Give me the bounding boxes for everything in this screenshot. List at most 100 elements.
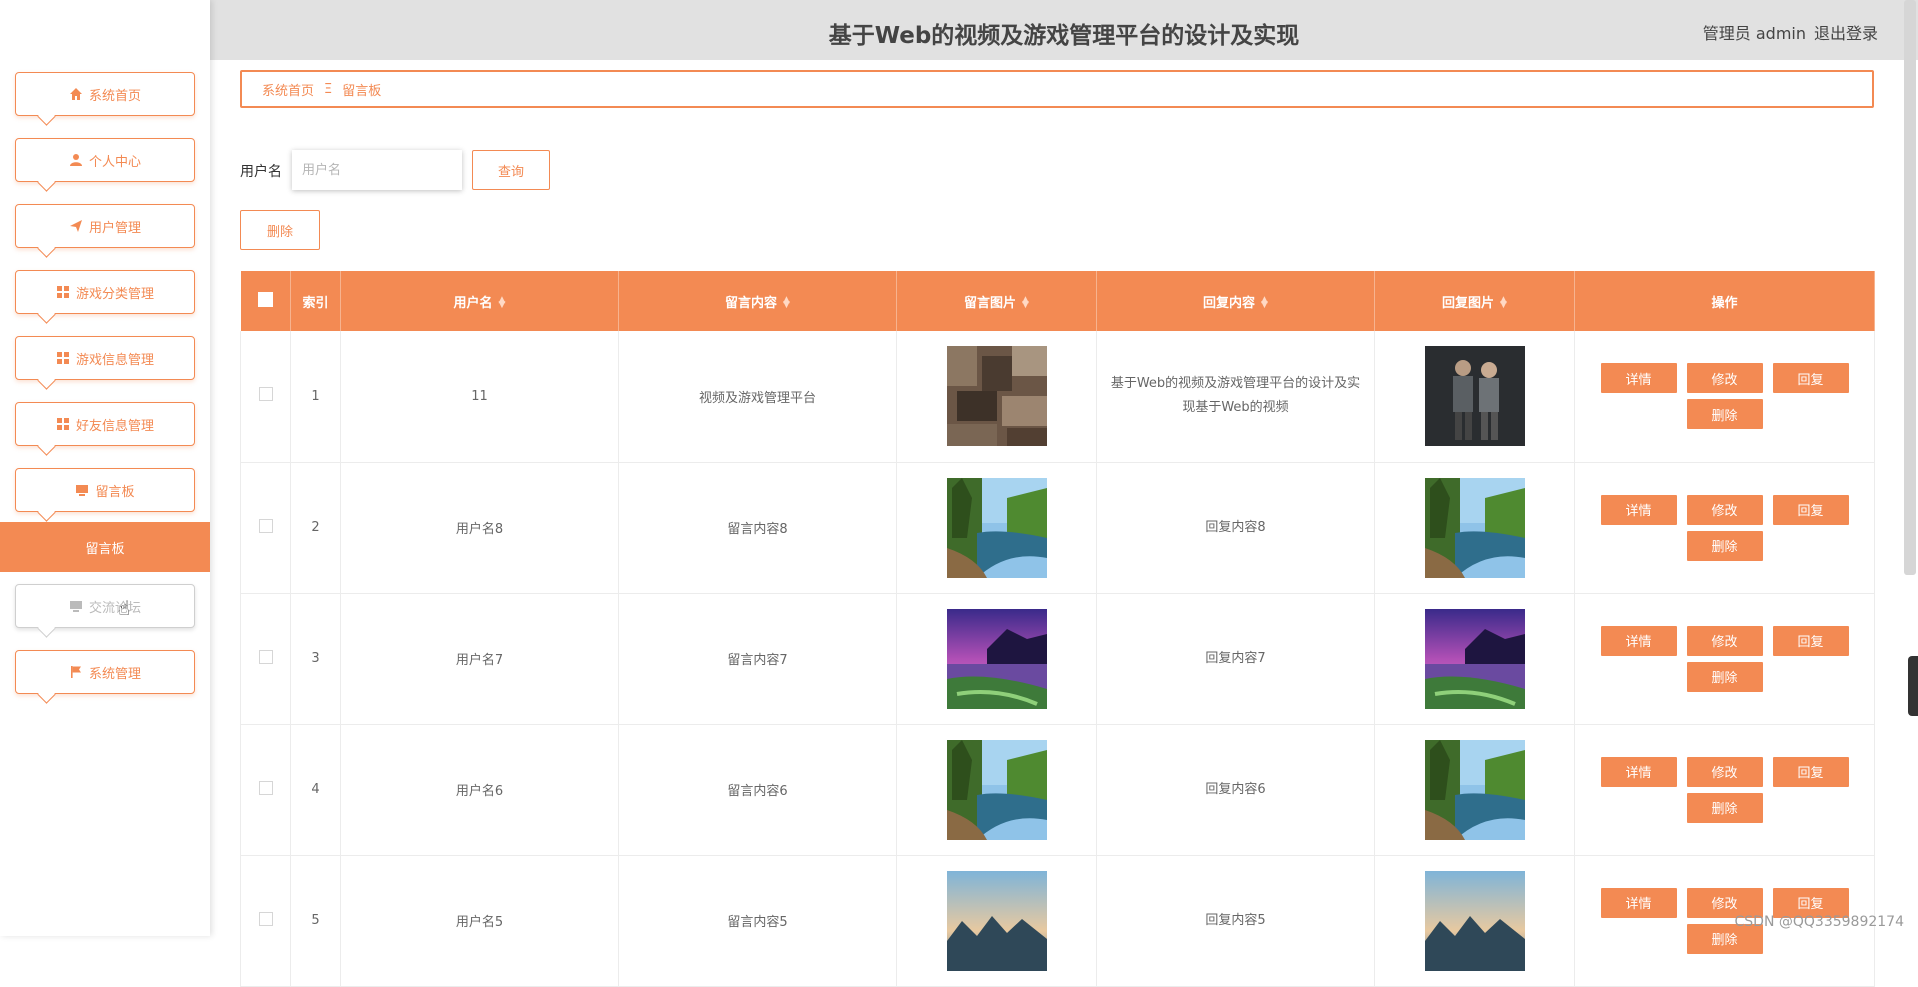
sort-icon[interactable]: ▲ ▼ (1261, 296, 1268, 310)
edit-button[interactable]: 修改 (1686, 887, 1763, 918)
cell-reply-image (1374, 855, 1575, 987)
user-icon (69, 153, 83, 167)
tooltip-tail (37, 437, 56, 456)
row-select-cell (240, 593, 291, 725)
row-checkbox[interactable] (258, 649, 273, 664)
reply-image[interactable] (1424, 346, 1525, 447)
message-image[interactable] (946, 608, 1047, 709)
cell-username: 用户名6 (340, 724, 619, 856)
row-checkbox[interactable] (258, 387, 273, 402)
username-search-input[interactable] (292, 150, 462, 190)
header-label: 留言图片 (964, 295, 1017, 311)
cell-reply-image (1374, 593, 1575, 725)
cell-content: 留言内容7 (618, 593, 897, 725)
reply-button[interactable]: 回复 (1772, 494, 1849, 525)
delete-button[interactable]: 删除 (1686, 661, 1763, 692)
sidebar-item-game-category[interactable]: 游戏分类管理 (15, 270, 195, 324)
cell-index: 5 (290, 855, 341, 987)
delete-button[interactable]: 删除 (1686, 399, 1763, 430)
sort-icon[interactable]: ▲ ▼ (499, 296, 506, 310)
breadcrumb-home[interactable]: 系统首页 (262, 80, 314, 99)
reply-image[interactable] (1424, 477, 1525, 578)
message-image[interactable] (946, 346, 1047, 447)
message-image[interactable] (946, 477, 1047, 578)
reply-image[interactable] (1424, 870, 1525, 971)
row-select-cell (240, 331, 291, 463)
delete-selected-button[interactable]: 删除 (240, 210, 320, 250)
table-row: 4 用户名6 留言内容6 回复内容6 详情 修改 回复 删除 (240, 724, 1875, 856)
select-all-checkbox[interactable] (257, 291, 273, 307)
table-row: 1 11 视频及游戏管理平台 基于Web的视频及游戏管理平台的设计及实现基于We… (240, 331, 1875, 463)
breadcrumb-current: 留言板 (342, 83, 382, 99)
message-image[interactable] (946, 739, 1047, 840)
monitor-icon (69, 599, 83, 613)
detail-button[interactable]: 详情 (1600, 887, 1677, 918)
row-checkbox[interactable] (258, 518, 273, 533)
header-content[interactable]: 留言内容 ▲ ▼ (618, 271, 897, 331)
query-button[interactable]: 查询 (472, 150, 550, 190)
floating-widget[interactable] (1908, 656, 1918, 716)
sidebar-item-home[interactable]: 系统首页 (15, 72, 195, 126)
row-select-cell (240, 462, 291, 594)
table-row: 5 用户名5 留言内容5 回复内容5 详情 修改 回复 删除 (240, 855, 1875, 987)
tooltip-tail (37, 239, 56, 258)
header-reply-image[interactable]: 回复图片 ▲ ▼ (1374, 271, 1575, 331)
grid-icon (56, 417, 70, 431)
cell-content: 留言内容6 (618, 724, 897, 856)
message-image[interactable] (946, 870, 1047, 971)
header-image[interactable]: 留言图片 ▲ ▼ (896, 271, 1097, 331)
top-header: 基于Web的视频及游戏管理平台的设计及实现 管理员 admin 退出登录 (210, 0, 1918, 60)
header-actions: 操作 (1574, 271, 1875, 331)
detail-button[interactable]: 详情 (1600, 363, 1677, 394)
table-row: 2 用户名8 留言内容8 回复内容8 详情 修改 回复 删除 (240, 462, 1875, 594)
edit-button[interactable]: 修改 (1686, 363, 1763, 394)
reply-button[interactable]: 回复 (1772, 756, 1849, 787)
delete-button[interactable]: 删除 (1686, 792, 1763, 823)
reply-button[interactable]: 回复 (1772, 363, 1849, 394)
sidebar-subitem-message-board[interactable]: 留言板 (0, 522, 210, 572)
header-label: 用户名 (453, 295, 493, 311)
cell-index: 3 (290, 593, 341, 725)
logout-link[interactable]: 退出登录 (1814, 20, 1878, 44)
hand-cursor-icon: ☝ (118, 596, 131, 620)
reply-button[interactable]: 回复 (1772, 887, 1849, 918)
edit-button[interactable]: 修改 (1686, 756, 1763, 787)
delete-button[interactable]: 删除 (1686, 530, 1763, 561)
sidebar-item-system[interactable]: 系统管理 (15, 650, 195, 704)
row-checkbox[interactable] (258, 780, 273, 795)
cell-reply-image (1374, 724, 1575, 856)
sidebar-item-label: 游戏分类管理 (75, 286, 154, 302)
edit-button[interactable]: 修改 (1686, 625, 1763, 656)
detail-button[interactable]: 详情 (1600, 756, 1677, 787)
cell-actions: 详情 修改 回复 删除 (1574, 724, 1875, 856)
sidebar-item-friends[interactable]: 好友信息管理 (15, 402, 195, 456)
cell-username: 用户名8 (340, 462, 619, 594)
sidebar-item-game-info[interactable]: 游戏信息管理 (15, 336, 195, 390)
sidebar-item-label: 系统首页 (88, 88, 141, 104)
reply-image[interactable] (1424, 739, 1525, 840)
cell-image (896, 462, 1097, 594)
scrollbar[interactable] (1904, 0, 1916, 575)
cell-image (896, 724, 1097, 856)
reply-image[interactable] (1424, 608, 1525, 709)
cell-reply-image (1374, 462, 1575, 594)
tooltip-tail (37, 685, 56, 704)
sidebar-item-forum[interactable]: 交流论坛 (15, 584, 195, 638)
row-checkbox[interactable] (258, 911, 273, 926)
sort-icon[interactable]: ▲ ▼ (1022, 296, 1029, 310)
header-username[interactable]: 用户名 ▲ ▼ (340, 271, 619, 331)
edit-button[interactable]: 修改 (1686, 494, 1763, 525)
detail-button[interactable]: 详情 (1600, 494, 1677, 525)
reply-button[interactable]: 回复 (1772, 625, 1849, 656)
sort-icon[interactable]: ▲ ▼ (1500, 296, 1507, 310)
header-label: 留言内容 (725, 295, 778, 311)
sidebar-item-profile[interactable]: 个人中心 (15, 138, 195, 192)
sidebar-item-users[interactable]: 用户管理 (15, 204, 195, 258)
search-label: 用户名 (240, 164, 282, 180)
sidebar-item-label: 游戏信息管理 (75, 352, 154, 368)
detail-button[interactable]: 详情 (1600, 625, 1677, 656)
sidebar-item-message-board[interactable]: 留言板 (15, 468, 195, 522)
sort-icon[interactable]: ▲ ▼ (783, 296, 790, 310)
header-reply[interactable]: 回复内容 ▲ ▼ (1096, 271, 1375, 331)
cell-reply-image (1374, 331, 1575, 463)
